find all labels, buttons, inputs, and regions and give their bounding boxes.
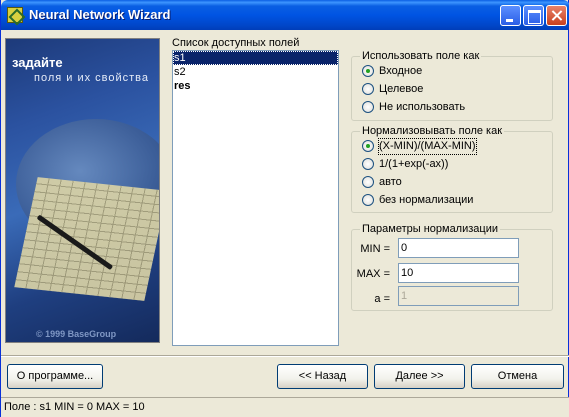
a-input[interactable]: 1 [398,286,519,306]
app-icon [7,7,23,23]
radio-label: (X-MIN)/(MAX-MIN) [378,138,477,155]
side-panel-copyright: © 1999 BaseGroup [36,329,117,339]
radio-button[interactable] [362,101,374,113]
title-bar[interactable]: Neural Network Wizard [1,0,569,30]
list-item[interactable]: s1 [173,51,338,65]
back-button[interactable]: << Назад [277,364,368,389]
window-title: Neural Network Wizard [29,7,171,22]
separator [1,355,569,357]
min-input[interactable]: 0 [398,238,519,258]
radio-label: Входное [379,65,423,77]
radio-button[interactable] [362,194,374,206]
radio-button[interactable] [362,158,374,170]
normalize-group-title: Нормализовывать поле как [360,125,505,137]
radio-label: 1/(1+exp(-ax)) [379,158,449,170]
next-button[interactable]: Далее >> [374,364,465,389]
min-label: MIN = [360,243,390,255]
radio-label: авто [379,176,402,188]
use-as-group: Использовать поле как Входное Целевое Не… [351,50,553,121]
radio-button[interactable] [362,83,374,95]
cancel-button[interactable]: Отмена [471,364,564,389]
radio-label: Не использовать [379,101,466,113]
wizard-side-image: задайте поля и их свойства © 1999 BaseGr… [5,38,160,343]
max-label: MAX = [356,268,390,280]
max-input[interactable]: 10 [398,263,519,283]
paper-illustration [14,177,159,301]
radio-button[interactable] [362,140,374,152]
fields-list-label: Список доступных полей [172,37,300,49]
status-bar: Поле : s1 MIN = 0 MAX = 10 [1,397,569,417]
radio-label: Целевое [379,83,424,95]
use-as-group-title: Использовать поле как [360,50,482,62]
wizard-window: Neural Network Wizard задайте поля и их … [0,0,569,417]
list-item[interactable]: s2 [173,65,338,79]
radio-button[interactable] [362,65,374,77]
maximize-button[interactable] [523,5,544,26]
radio-label: без нормализации [379,194,474,206]
a-label: a = [374,293,390,305]
list-item[interactable]: res [173,79,338,93]
close-button[interactable] [546,5,567,26]
side-panel-subheading: поля и их свойства [34,72,150,84]
side-panel-heading: задайте [12,55,63,70]
about-button[interactable]: О программе... [7,364,103,389]
normalize-group: Нормализовывать поле как (X-MIN)/(MAX-MI… [351,125,553,213]
radio-button[interactable] [362,176,374,188]
params-group-title: Параметры нормализации [360,223,500,235]
minimize-button[interactable] [500,5,521,26]
fields-listbox[interactable]: s1 s2 res [172,50,339,346]
